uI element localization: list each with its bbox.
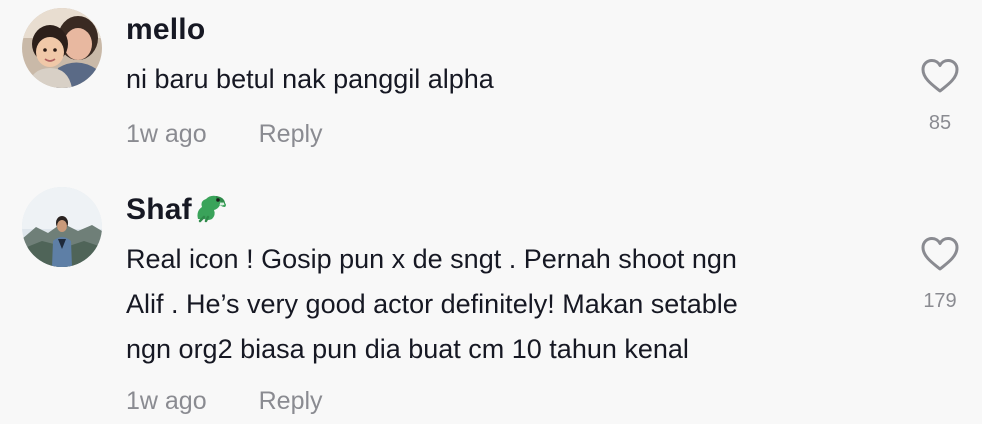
username-text[interactable]: Shaf (126, 193, 192, 226)
comment-text-line: ngn org2 biasa pun dia buat cm 10 tahun … (126, 334, 689, 364)
comment-text: ni baru betul nak panggil alpha (126, 57, 886, 102)
comment-meta: 1w ago Reply (126, 387, 323, 416)
timestamp: 1w ago (126, 120, 207, 148)
comment-text-line: Alif . He’s very good actor definitely! … (126, 289, 738, 319)
avatar[interactable] (22, 187, 102, 267)
comment-item: Shaf Real icon ! Gosip pun x de sngt . P… (0, 180, 982, 424)
comment-text-line: ni baru betul nak panggil alpha (126, 64, 494, 94)
timestamp: 1w ago (126, 387, 207, 415)
heart-icon[interactable] (920, 236, 960, 272)
username-text[interactable]: mello (126, 13, 205, 46)
like-count: 85 (928, 112, 952, 134)
reply-button[interactable]: Reply (259, 387, 323, 415)
username[interactable]: mello (126, 13, 205, 47)
username[interactable]: Shaf (126, 193, 228, 231)
reply-button[interactable]: Reply (259, 120, 323, 148)
like-count: 179 (923, 290, 957, 312)
comment-text-line: Real icon ! Gosip pun x de sngt . Pernah… (126, 244, 737, 274)
comment-text: Real icon ! Gosip pun x de sngt . Pernah… (126, 237, 886, 372)
crocodile-emoji-icon (194, 193, 228, 231)
comment-meta: 1w ago Reply (126, 120, 323, 149)
heart-icon[interactable] (920, 58, 960, 94)
comment-item: mello ni baru betul nak panggil alpha 1w… (0, 0, 982, 160)
avatar[interactable] (22, 8, 102, 88)
